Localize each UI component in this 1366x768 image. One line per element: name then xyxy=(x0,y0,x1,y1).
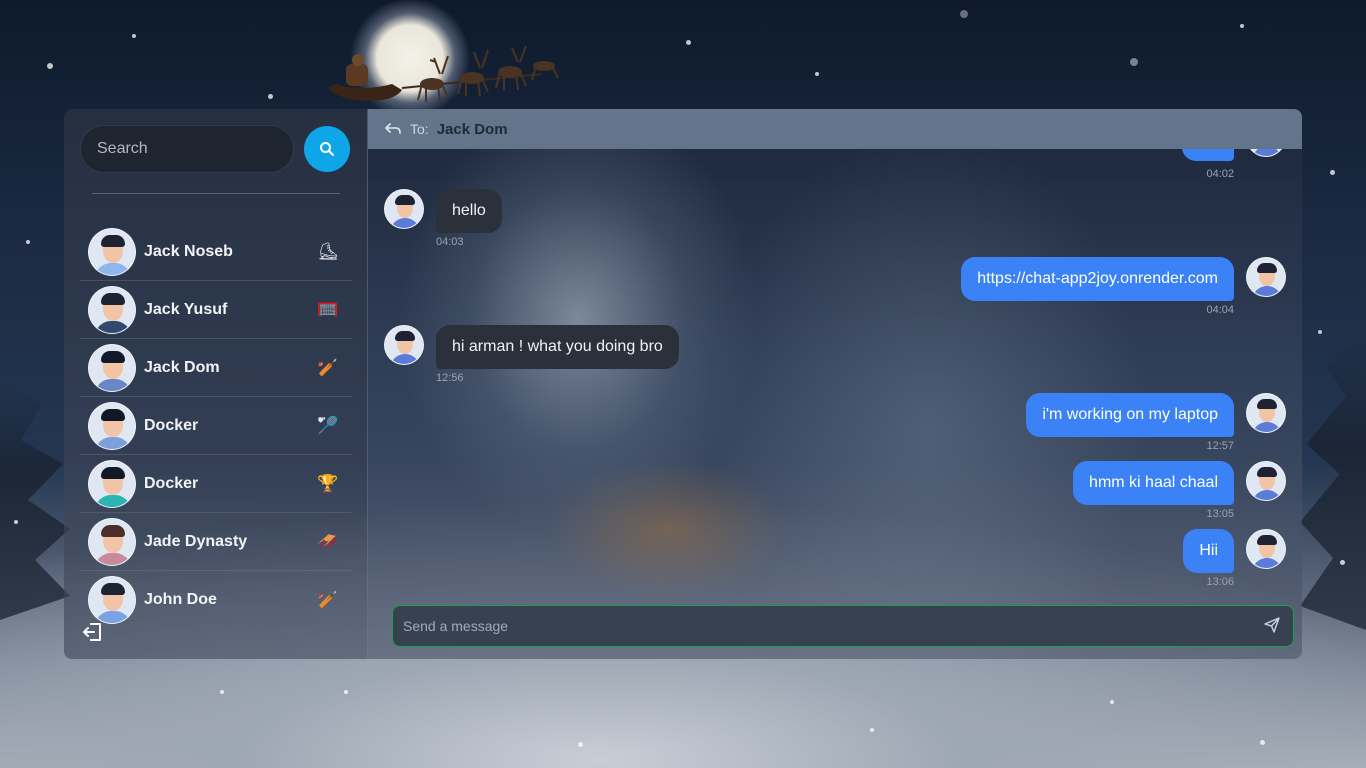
conversation-name: Jade Dynasty xyxy=(144,532,248,550)
snowflake xyxy=(1318,330,1322,334)
message-time: 12:56 xyxy=(436,372,464,384)
to-label: To: xyxy=(410,121,429,137)
conversation-item[interactable]: Docker 🏆 xyxy=(80,455,352,513)
snowflake xyxy=(26,240,30,244)
search-bar xyxy=(80,125,350,173)
snowflake xyxy=(1330,170,1335,175)
search-input[interactable] xyxy=(80,125,294,173)
message-bubble: hmm ki haal chaal xyxy=(1073,461,1234,505)
conversation-item[interactable]: Jade Dynasty 🛷 xyxy=(80,513,352,571)
snowflake xyxy=(870,728,874,732)
conversation-item[interactable]: Jack Yusuf 🥅 xyxy=(80,281,352,339)
avatar xyxy=(88,459,136,508)
message-bubble: https://chat-app2joy.onrender.com xyxy=(961,257,1234,301)
snowflake xyxy=(960,10,968,18)
send-icon xyxy=(1264,616,1280,633)
conversation-name: Docker xyxy=(144,474,199,492)
snowflake xyxy=(1110,700,1114,704)
conversation-item[interactable]: Jack Noseb ⛸ xyxy=(80,223,352,281)
message-time: 04:04 xyxy=(1206,304,1234,316)
conversation-name: Jack Dom xyxy=(144,358,220,376)
message-time: 04:02 xyxy=(1206,168,1234,180)
avatar xyxy=(88,343,136,392)
snowflake xyxy=(344,690,348,694)
avatar xyxy=(88,517,136,566)
avatar xyxy=(88,576,136,624)
snowflake xyxy=(686,40,691,45)
avatar xyxy=(384,189,424,229)
message-time: 12:57 xyxy=(1206,440,1234,452)
snowflake xyxy=(1130,58,1138,66)
sport-emoji-icon: 🛷 xyxy=(317,531,339,552)
sport-emoji-icon: 🏏 xyxy=(317,357,339,378)
message-outgoing: hmm ki haal chaal xyxy=(1073,461,1286,505)
send-button[interactable] xyxy=(1261,615,1283,637)
avatar xyxy=(384,325,424,365)
snowflake xyxy=(1340,560,1345,565)
sport-emoji-icon: 🥅 xyxy=(317,299,339,320)
message-incoming: hi arman ! what you doing bro xyxy=(384,325,679,369)
snowflake xyxy=(47,63,53,69)
message-time: 13:05 xyxy=(1206,508,1234,520)
conversation-name: Jack Noseb xyxy=(144,242,233,260)
background-tree-right xyxy=(1300,330,1366,630)
sport-emoji-icon: 🏆 xyxy=(317,473,339,494)
snowflake xyxy=(815,72,819,76)
chat-header: To: Jack Dom xyxy=(368,109,1302,149)
avatar xyxy=(88,401,136,450)
sport-emoji-icon: 🏏 xyxy=(317,590,339,610)
conversation-item[interactable]: Jack Dom 🏏 xyxy=(80,339,352,397)
chat-app-window: Jack Noseb ⛸ Jack Yusuf 🥅 Jack Dom 🏏 Doc… xyxy=(64,109,1302,659)
logout-icon[interactable] xyxy=(82,621,104,643)
conversation-item[interactable]: John Doe 🏏 xyxy=(80,571,352,629)
avatar xyxy=(1246,149,1286,157)
snowflake xyxy=(578,742,583,747)
conversation-item[interactable]: Docker 🏸 xyxy=(80,397,352,455)
message-outgoing: https://chat-app2joy.onrender.com xyxy=(961,257,1286,301)
snowflake xyxy=(132,34,136,38)
message-time: 13:06 xyxy=(1206,576,1234,588)
conversation-name: Docker xyxy=(144,416,199,434)
avatar xyxy=(88,227,136,276)
message-incoming: hello xyxy=(384,189,502,233)
snowflake xyxy=(14,520,18,524)
sport-emoji-icon: 🏸 xyxy=(317,415,339,436)
snowflake xyxy=(1240,24,1244,28)
conversation-list: Jack Noseb ⛸ Jack Yusuf 🥅 Jack Dom 🏏 Doc… xyxy=(80,223,352,629)
conversation-name: John Doe xyxy=(144,591,217,608)
chat-panel: To: Jack Dom 04:02 hello 04:03 https://c… xyxy=(368,109,1302,659)
message-bubble: hi arman ! what you doing bro xyxy=(436,325,679,369)
conversation-name: Jack Yusuf xyxy=(144,300,228,318)
message-bubble: Hii xyxy=(1183,529,1234,573)
message-outgoing xyxy=(1182,149,1286,161)
avatar xyxy=(1246,529,1286,569)
snowflake xyxy=(1260,740,1265,745)
santa-sleigh-illustration xyxy=(328,45,559,103)
message-bubble: hello xyxy=(436,189,502,233)
snowflake xyxy=(220,690,224,694)
message-bubble: i'm working on my laptop xyxy=(1026,393,1234,437)
sidebar: Jack Noseb ⛸ Jack Yusuf 🥅 Jack Dom 🏏 Doc… xyxy=(64,109,368,659)
message-outgoing: Hii xyxy=(1183,529,1286,573)
recipient-name: Jack Dom xyxy=(436,120,508,138)
message-list: 04:02 hello 04:03 https://chat-app2joy.o… xyxy=(368,149,1302,601)
search-button[interactable] xyxy=(304,126,350,172)
background-tree-left xyxy=(0,380,70,620)
avatar xyxy=(1246,257,1286,297)
sidebar-divider xyxy=(92,193,340,194)
search-icon xyxy=(320,142,335,157)
avatar xyxy=(1246,461,1286,501)
message-outgoing: i'm working on my laptop xyxy=(1026,393,1286,437)
message-bubble xyxy=(1182,149,1234,161)
reply-arrow-icon[interactable] xyxy=(384,122,402,136)
message-input[interactable] xyxy=(403,618,1261,634)
message-time: 04:03 xyxy=(436,236,464,248)
sport-emoji-icon: ⛸ xyxy=(317,241,339,262)
avatar xyxy=(88,285,136,334)
avatar xyxy=(1246,393,1286,433)
message-composer xyxy=(392,605,1294,647)
snowflake xyxy=(268,94,273,99)
